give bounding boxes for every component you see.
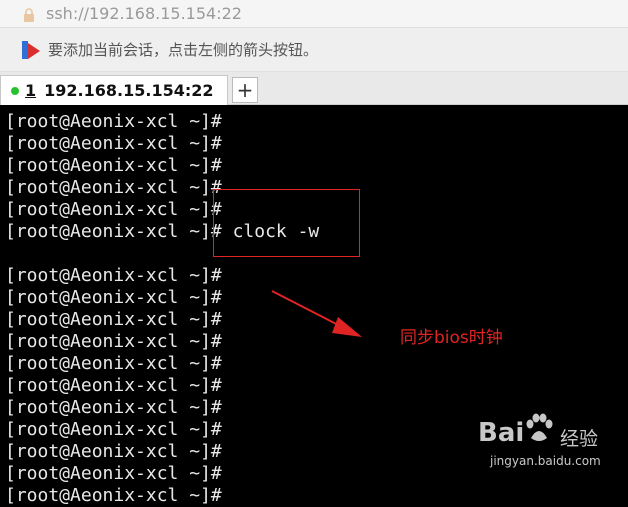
terminal-line: [root@Aeonix-xcl ~]#	[5, 485, 222, 506]
annotation-label: 同步bios时钟	[400, 328, 503, 348]
terminal-line: [root@Aeonix-xcl ~]#	[5, 111, 222, 132]
terminal-line: [root@Aeonix-xcl ~]#	[5, 155, 222, 176]
address-bar[interactable]: ssh://192.168.15.154:22	[0, 0, 628, 28]
baidu-jingyan-watermark: Bai 经验 jingyan.baidu.com	[478, 410, 628, 490]
session-hint-text: 要添加当前会话，点击左侧的箭头按钮。	[48, 41, 319, 59]
tab-number: 1	[25, 81, 37, 100]
lock-icon	[22, 7, 36, 22]
paw-icon	[526, 413, 553, 441]
terminal-line: [root@Aeonix-xcl ~]#	[5, 353, 222, 374]
tab-bar: 1 192.168.15.154:22 +	[0, 72, 628, 105]
terminal-line: [root@Aeonix-xcl ~]#	[5, 375, 222, 396]
terminal-line: [root@Aeonix-xcl ~]#	[5, 397, 222, 418]
session-arrow-icon[interactable]	[20, 39, 42, 61]
connection-status-icon	[11, 86, 19, 95]
new-tab-button[interactable]: +	[232, 77, 258, 103]
terminal-line: [root@Aeonix-xcl ~]#	[5, 419, 222, 440]
tab-session-1[interactable]: 1 192.168.15.154:22	[0, 75, 228, 105]
annotation-arrow-icon	[271, 290, 362, 337]
watermark-suffix: 经验	[560, 428, 599, 450]
watermark-url: jingyan.baidu.com	[490, 454, 601, 468]
terminal-line: [root@Aeonix-xcl ~]#	[5, 463, 222, 484]
highlight-box	[213, 189, 360, 257]
address-url[interactable]: ssh://192.168.15.154:22	[46, 4, 242, 23]
tab-label: 192.168.15.154:22	[44, 81, 214, 100]
terminal-line: [root@Aeonix-xcl ~]#	[5, 441, 222, 462]
terminal-line: [root@Aeonix-xcl ~]#	[5, 133, 222, 154]
session-hint-bar: 要添加当前会话，点击左侧的箭头按钮。	[0, 28, 628, 72]
watermark-brand: Bai	[478, 418, 525, 448]
